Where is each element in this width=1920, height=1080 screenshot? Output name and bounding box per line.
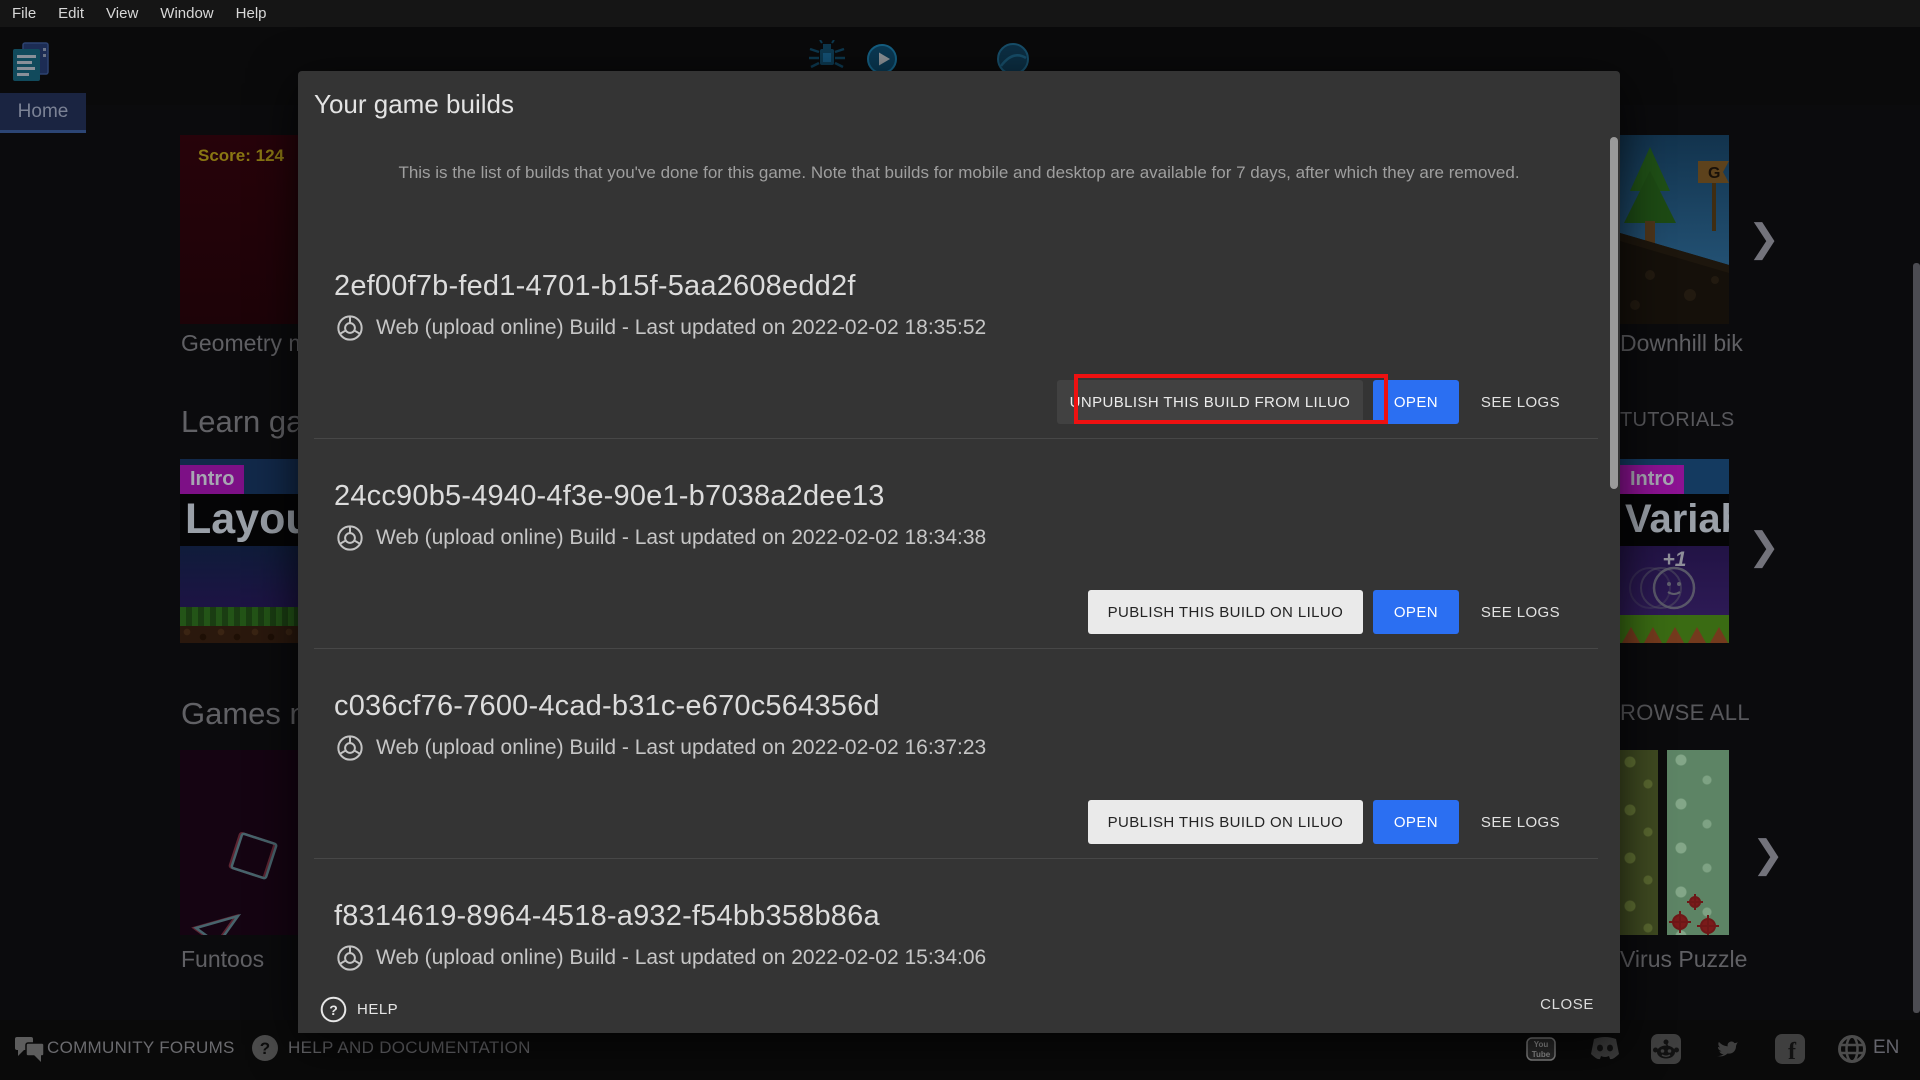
facebook-icon[interactable]: f bbox=[1775, 1034, 1805, 1064]
game-card-downhill[interactable]: G bbox=[1620, 135, 1729, 324]
carousel-next-arrow[interactable]: ❯ bbox=[1752, 836, 1784, 874]
language-selector[interactable]: EN bbox=[1873, 1037, 1899, 1059]
game-score-overlay: Score: 124 bbox=[198, 146, 284, 166]
see-logs-button[interactable]: SEE LOGS bbox=[1471, 590, 1570, 634]
game-builds-dialog: Your game builds This is the list of bui… bbox=[298, 71, 1620, 1033]
carousel-next-arrow[interactable]: ❯ bbox=[1748, 528, 1780, 566]
game-card-funtoos[interactable] bbox=[180, 750, 300, 935]
game-card-geometry[interactable]: Score: 124 bbox=[180, 135, 300, 324]
help-documentation-link[interactable]: HELP AND DOCUMENTATION bbox=[288, 1038, 531, 1058]
see-logs-button[interactable]: SEE LOGS bbox=[1471, 380, 1570, 424]
publish-build-button[interactable]: PUBLISH THIS BUILD ON LILUO bbox=[1088, 800, 1363, 844]
build-info-text: Web (upload online) Build - Last updated… bbox=[376, 526, 986, 550]
virus-art bbox=[1620, 750, 1729, 935]
game-card-virus-puzzle[interactable] bbox=[1620, 750, 1729, 935]
build-row: 24cc90b5-4940-4f3e-90e1-b7038a2dee13 Web… bbox=[298, 480, 1620, 690]
build-id: 24cc90b5-4940-4f3e-90e1-b7038a2dee13 bbox=[334, 480, 1620, 513]
help-outline-icon: ? bbox=[320, 996, 347, 1023]
build-row: c036cf76-7600-4cad-b31c-e670c564356d Web… bbox=[298, 690, 1620, 900]
dialog-description: This is the list of builds that you've d… bbox=[298, 159, 1620, 187]
menu-edit[interactable]: Edit bbox=[47, 5, 95, 22]
publish-build-button[interactable]: PUBLISH THIS BUILD ON LILUO bbox=[1088, 590, 1363, 634]
grass-strip bbox=[180, 607, 300, 626]
tab-home-label: Home bbox=[18, 101, 69, 123]
debugger-icon[interactable] bbox=[807, 40, 847, 74]
carousel-next-arrow[interactable]: ❯ bbox=[1748, 220, 1780, 258]
intro-badge: Intro bbox=[180, 465, 244, 494]
svg-text:G: G bbox=[1708, 165, 1720, 182]
chrome-web-icon bbox=[336, 944, 364, 972]
tutorial-scene: +1 bbox=[1620, 546, 1729, 615]
youtube-icon[interactable]: You Tube bbox=[1526, 1034, 1556, 1064]
dirt-strip bbox=[180, 626, 300, 643]
build-info-text: Web (upload online) Build - Last updated… bbox=[376, 946, 986, 970]
svg-text:?: ? bbox=[260, 1039, 270, 1058]
svg-text:f: f bbox=[1788, 1039, 1797, 1064]
intro-badge: Intro bbox=[1620, 465, 1684, 494]
close-button[interactable]: CLOSE bbox=[1540, 996, 1594, 1013]
tutorials-section-heading: TUTORIALS bbox=[1620, 409, 1735, 432]
build-id: f8314619-8964-4518-a932-f54bb358b86a bbox=[334, 900, 1620, 933]
downhill-art: G bbox=[1620, 135, 1729, 324]
row-divider bbox=[314, 438, 1598, 439]
see-logs-button[interactable]: SEE LOGS bbox=[1471, 800, 1570, 844]
open-build-button[interactable]: OPEN bbox=[1373, 380, 1459, 424]
game-label-downhill: Downhill bik bbox=[1620, 330, 1743, 357]
dialog-title: Your game builds bbox=[314, 89, 514, 120]
menu-view[interactable]: View bbox=[95, 5, 149, 22]
tab-home[interactable]: Home bbox=[0, 93, 86, 133]
discord-icon[interactable] bbox=[1589, 1034, 1621, 1064]
build-id: c036cf76-7600-4cad-b31c-e670c564356d bbox=[334, 690, 1620, 723]
svg-text:You: You bbox=[1534, 1040, 1549, 1049]
tutorial-scene bbox=[180, 546, 300, 607]
page-scrollbar[interactable] bbox=[1913, 263, 1920, 1013]
svg-text:Tube: Tube bbox=[1532, 1050, 1551, 1059]
ground-strip bbox=[1620, 615, 1729, 643]
community-forums-link[interactable]: COMMUNITY FORUMS bbox=[47, 1038, 235, 1058]
open-build-button[interactable]: OPEN bbox=[1373, 590, 1459, 634]
reddit-icon[interactable] bbox=[1651, 1034, 1681, 1064]
build-id: 2ef00f7b-fed1-4701-b15f-5aa2608edd2f bbox=[334, 270, 1620, 303]
tutorial-card-layout[interactable]: Intro Layou bbox=[180, 459, 300, 643]
game-label-virus-puzzle: Virus Puzzle bbox=[1620, 946, 1747, 973]
games-section-heading: Games n bbox=[181, 696, 307, 732]
unpublish-build-button[interactable]: UNPUBLISH THIS BUILD FROM LILUO bbox=[1057, 380, 1363, 424]
twitter-icon[interactable] bbox=[1713, 1034, 1743, 1064]
game-label-funtoos: Funtoos bbox=[181, 946, 264, 973]
menu-bar: File Edit View Window Help bbox=[0, 0, 1920, 27]
project-icon bbox=[12, 42, 50, 82]
menu-file[interactable]: File bbox=[1, 5, 47, 22]
language-globe-icon[interactable] bbox=[1837, 1034, 1867, 1064]
dialog-scrollbar[interactable] bbox=[1610, 137, 1618, 489]
row-divider bbox=[314, 858, 1598, 859]
build-info-text: Web (upload online) Build - Last updated… bbox=[376, 736, 986, 760]
tutorial-card-variables[interactable]: Intro Variab +1 bbox=[1620, 459, 1729, 643]
browse-all-heading: ROWSE ALL bbox=[1620, 700, 1750, 726]
help-button[interactable]: ? HELP bbox=[320, 996, 398, 1023]
open-build-button[interactable]: OPEN bbox=[1373, 800, 1459, 844]
chrome-web-icon bbox=[336, 734, 364, 762]
tutorial-title: Layou bbox=[180, 494, 300, 546]
build-row: f8314619-8964-4518-a932-f54bb358b86a Web… bbox=[298, 900, 1620, 981]
svg-text:?: ? bbox=[329, 1002, 338, 1018]
game-label-geometry: Geometry m bbox=[181, 330, 308, 357]
help-button-label: HELP bbox=[357, 1001, 398, 1018]
forum-chat-icon bbox=[14, 1035, 46, 1063]
ghost-character-art bbox=[1620, 546, 1729, 615]
build-info-text: Web (upload online) Build - Last updated… bbox=[376, 316, 986, 340]
chrome-web-icon bbox=[336, 524, 364, 552]
help-circle-icon: ? bbox=[250, 1033, 280, 1063]
tutorial-title: Variab bbox=[1620, 494, 1729, 546]
dialog-footer: ? HELP CLOSE bbox=[298, 981, 1620, 1033]
row-divider bbox=[314, 648, 1598, 649]
chrome-web-icon bbox=[336, 314, 364, 342]
menu-help[interactable]: Help bbox=[225, 5, 278, 22]
funtoos-art bbox=[180, 750, 300, 935]
build-row: 2ef00f7b-fed1-4701-b15f-5aa2608edd2f Web… bbox=[298, 270, 1620, 480]
learn-section-heading: Learn ga bbox=[181, 404, 303, 440]
menu-window[interactable]: Window bbox=[149, 5, 224, 22]
